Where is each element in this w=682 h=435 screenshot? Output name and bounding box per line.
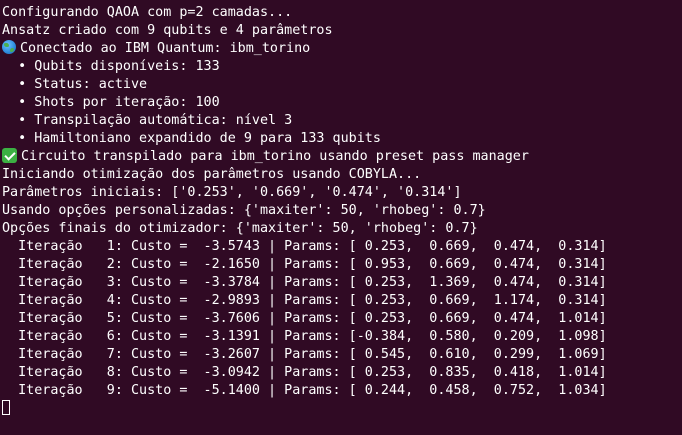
iteration-row: Iteração 4: Custo = -2.9893 | Params: [ … [2, 293, 607, 308]
iteration-row: Iteração 7: Custo = -3.2607 | Params: [ … [2, 347, 607, 362]
output-line-custom-options: Usando opções personalizadas: {'maxiter'… [2, 203, 486, 218]
connected-text: Conectado ao IBM Quantum: ibm_torino [20, 41, 311, 56]
output-line-qaoa-config: Configurando QAOA com p=2 camadas... [2, 5, 293, 20]
output-line-final-options: Opções finais do otimizador: {'maxiter':… [2, 221, 478, 236]
output-line-status: • Status: active [2, 77, 148, 92]
output-line-initial-params: Parâmetros iniciais: ['0.253', '0.669', … [2, 185, 462, 200]
output-line-optimization-start: Iniciando otimização dos parâmetros usan… [2, 167, 422, 182]
globe-icon [2, 40, 16, 54]
output-line-ansatz: Ansatz criado com 9 qubits e 4 parâmetro… [2, 23, 333, 38]
terminal-window[interactable]: Configurando QAOA com p=2 camadas... Ans… [0, 0, 682, 435]
output-line-transpile-level: • Transpilação automática: nível 3 [2, 113, 293, 128]
iteration-row: Iteração 2: Custo = -2.1650 | Params: [ … [2, 257, 607, 272]
iteration-row: Iteração 1: Custo = -3.5743 | Params: [ … [2, 239, 607, 254]
output-line-qubits: • Qubits disponíveis: 133 [2, 59, 220, 74]
check-icon [2, 148, 17, 163]
output-line-connected: Conectado ao IBM Quantum: ibm_torino [2, 40, 682, 58]
transpiled-text: Circuito transpilado para ibm_torino usa… [21, 149, 529, 164]
output-line-transpiled: Circuito transpilado para ibm_torino usa… [2, 148, 682, 166]
terminal-cursor[interactable] [2, 400, 10, 415]
output-line-shots: • Shots por iteração: 100 [2, 95, 220, 110]
iteration-row: Iteração 9: Custo = -5.1400 | Params: [ … [2, 383, 607, 398]
output-line-hamiltonian: • Hamiltoniano expandido de 9 para 133 q… [2, 131, 381, 146]
iteration-row: Iteração 6: Custo = -3.1391 | Params: [-… [2, 329, 607, 344]
prompt-line[interactable] [2, 400, 682, 418]
iteration-row: Iteração 3: Custo = -3.3784 | Params: [ … [2, 275, 607, 290]
iteration-row: Iteração 8: Custo = -3.0942 | Params: [ … [2, 365, 607, 380]
iteration-row: Iteração 5: Custo = -3.7606 | Params: [ … [2, 311, 607, 326]
